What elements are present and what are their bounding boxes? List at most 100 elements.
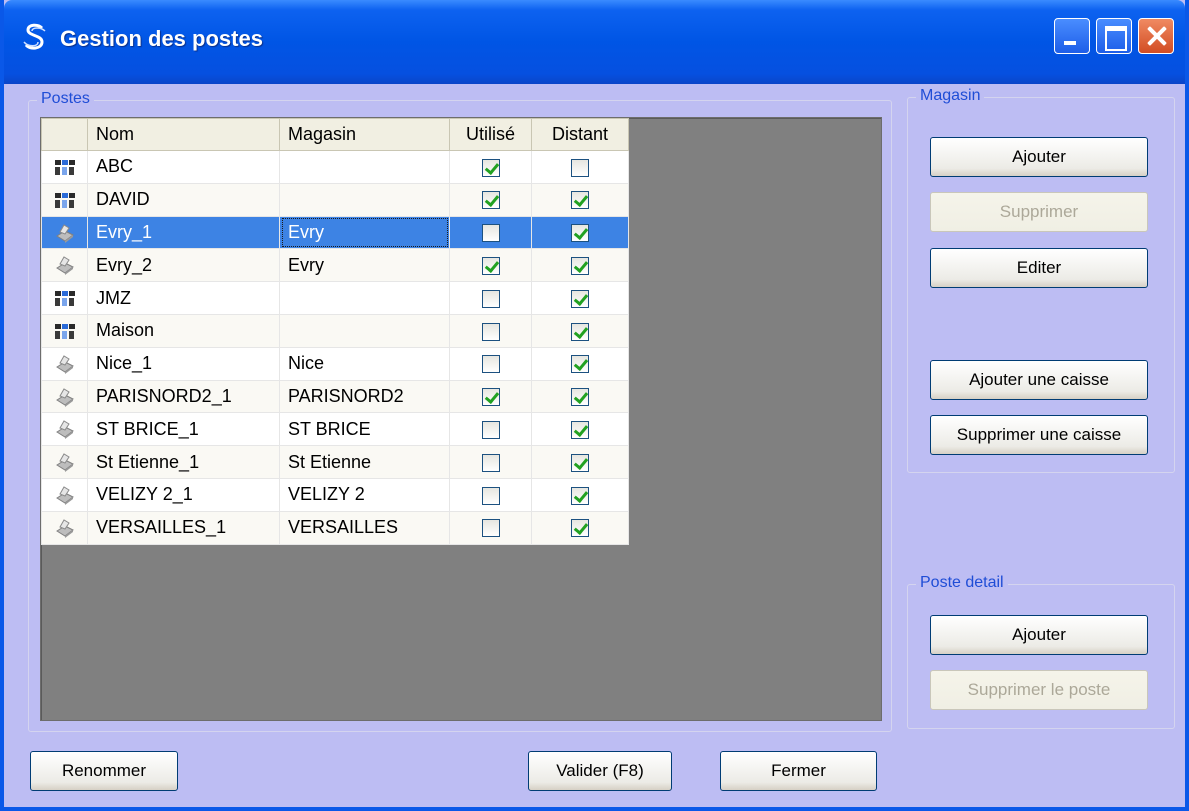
utilise-checkbox[interactable] (481, 158, 500, 177)
title-bar[interactable]: Gestion des postes (4, 0, 1185, 84)
cell-magasin[interactable]: VERSAILLES (279, 510, 450, 545)
table-row[interactable]: Evry_2 Evry (41, 248, 629, 283)
cell-magasin[interactable] (279, 313, 450, 348)
cell-magasin[interactable] (279, 182, 450, 217)
utilise-checkbox[interactable] (481, 257, 500, 276)
table-row[interactable]: Evry_1 Evry (41, 215, 629, 250)
ajouter-caisse-button[interactable]: Ajouter une caisse (930, 360, 1148, 400)
cell-nom[interactable]: Evry_2 (87, 248, 280, 283)
cell-nom[interactable]: PARISNORD2_1 (87, 379, 280, 414)
cell-utilise[interactable] (449, 313, 532, 348)
table-row[interactable]: DAVID (41, 182, 629, 217)
cell-magasin[interactable] (279, 150, 450, 184)
cell-utilise[interactable] (449, 215, 532, 250)
table-row[interactable]: PARISNORD2_1 PARISNORD2 (41, 379, 629, 414)
cell-distant[interactable] (531, 150, 629, 184)
cell-magasin[interactable] (279, 281, 450, 315)
header-utilise[interactable]: Utilisé (449, 118, 532, 151)
distant-checkbox[interactable] (571, 224, 589, 243)
cell-distant[interactable] (531, 379, 629, 414)
utilise-checkbox[interactable] (481, 191, 500, 210)
cell-nom[interactable]: Evry_1 (87, 215, 280, 250)
utilise-checkbox[interactable] (481, 355, 500, 374)
table-row[interactable]: Nice_1 Nice (41, 346, 629, 381)
cell-nom[interactable]: VERSAILLES_1 (87, 510, 280, 545)
supprimer-poste-button[interactable]: Supprimer le poste (930, 670, 1148, 710)
cell-distant[interactable] (531, 215, 629, 250)
distant-checkbox[interactable] (571, 322, 589, 341)
cell-utilise[interactable] (449, 412, 532, 447)
maximize-button[interactable] (1096, 18, 1132, 54)
cell-utilise[interactable] (449, 248, 532, 283)
cell-distant[interactable] (531, 313, 629, 348)
cell-nom[interactable]: VELIZY 2_1 (87, 477, 280, 512)
magasin-supprimer-button[interactable]: Supprimer (930, 192, 1148, 232)
header-icon-column[interactable] (41, 118, 88, 151)
cell-distant[interactable] (531, 182, 629, 217)
distant-checkbox[interactable] (571, 519, 589, 538)
cell-nom[interactable]: Maison (87, 313, 280, 348)
table-row[interactable]: ST BRICE_1 ST BRICE (41, 412, 629, 447)
cell-distant[interactable] (531, 281, 629, 315)
table-row[interactable]: JMZ (41, 281, 629, 315)
distant-checkbox[interactable] (571, 388, 589, 407)
distant-checkbox[interactable] (571, 421, 589, 440)
table-row[interactable]: Maison (41, 313, 629, 348)
utilise-checkbox[interactable] (481, 322, 500, 341)
minimize-button[interactable] (1054, 18, 1090, 54)
cell-utilise[interactable] (449, 346, 532, 381)
cell-nom[interactable]: Nice_1 (87, 346, 280, 381)
cell-utilise[interactable] (449, 445, 532, 479)
magasin-editer-button[interactable]: Editer (930, 248, 1148, 288)
cell-magasin[interactable]: PARISNORD2 (279, 379, 450, 414)
utilise-checkbox[interactable] (481, 486, 500, 505)
distant-checkbox[interactable] (571, 289, 589, 308)
distant-checkbox[interactable] (571, 355, 589, 374)
cell-distant[interactable] (531, 510, 629, 545)
header-nom[interactable]: Nom (87, 118, 280, 151)
cell-nom[interactable]: ST BRICE_1 (87, 412, 280, 447)
cell-utilise[interactable] (449, 510, 532, 545)
magasin-ajouter-button[interactable]: Ajouter (930, 137, 1148, 177)
cell-magasin[interactable]: Evry (279, 215, 450, 250)
cell-nom[interactable]: ABC (87, 150, 280, 184)
cell-distant[interactable] (531, 248, 629, 283)
utilise-checkbox[interactable] (481, 421, 500, 440)
cell-magasin[interactable]: St Etienne (279, 445, 450, 479)
cell-utilise[interactable] (449, 150, 532, 184)
distant-checkbox[interactable] (571, 191, 589, 210)
table-row[interactable]: VELIZY 2_1 VELIZY 2 (41, 477, 629, 512)
utilise-checkbox[interactable] (481, 224, 500, 243)
cell-distant[interactable] (531, 346, 629, 381)
supprimer-caisse-button[interactable]: Supprimer une caisse (930, 415, 1148, 455)
cell-magasin[interactable]: ST BRICE (279, 412, 450, 447)
fermer-button[interactable]: Fermer (720, 751, 877, 791)
poste-detail-ajouter-button[interactable]: Ajouter (930, 615, 1148, 655)
table-row[interactable]: St Etienne_1 St Etienne (41, 445, 629, 479)
utilise-checkbox[interactable] (481, 289, 500, 308)
cell-utilise[interactable] (449, 477, 532, 512)
table-row[interactable]: ABC (41, 150, 629, 184)
cell-magasin[interactable]: Evry (279, 248, 450, 283)
valider-button[interactable]: Valider (F8) (528, 751, 672, 791)
distant-checkbox[interactable] (571, 486, 589, 505)
cell-magasin[interactable]: Nice (279, 346, 450, 381)
close-button[interactable] (1138, 18, 1174, 54)
table-row[interactable]: VERSAILLES_1 VERSAILLES (41, 510, 629, 545)
header-distant[interactable]: Distant (531, 118, 629, 151)
cell-magasin[interactable]: VELIZY 2 (279, 477, 450, 512)
distant-checkbox[interactable] (571, 158, 589, 177)
cell-utilise[interactable] (449, 379, 532, 414)
cell-nom[interactable]: JMZ (87, 281, 280, 315)
cell-distant[interactable] (531, 412, 629, 447)
renommer-button[interactable]: Renommer (30, 751, 178, 791)
utilise-checkbox[interactable] (481, 453, 500, 472)
distant-checkbox[interactable] (571, 453, 589, 472)
utilise-checkbox[interactable] (481, 388, 500, 407)
postes-grid[interactable]: Nom Magasin Utilisé Distant ABC DAVID Evry… (40, 117, 882, 721)
cell-nom[interactable]: DAVID (87, 182, 280, 217)
distant-checkbox[interactable] (571, 257, 589, 276)
header-magasin[interactable]: Magasin (279, 118, 450, 151)
cell-nom[interactable]: St Etienne_1 (87, 445, 280, 479)
cell-utilise[interactable] (449, 281, 532, 315)
